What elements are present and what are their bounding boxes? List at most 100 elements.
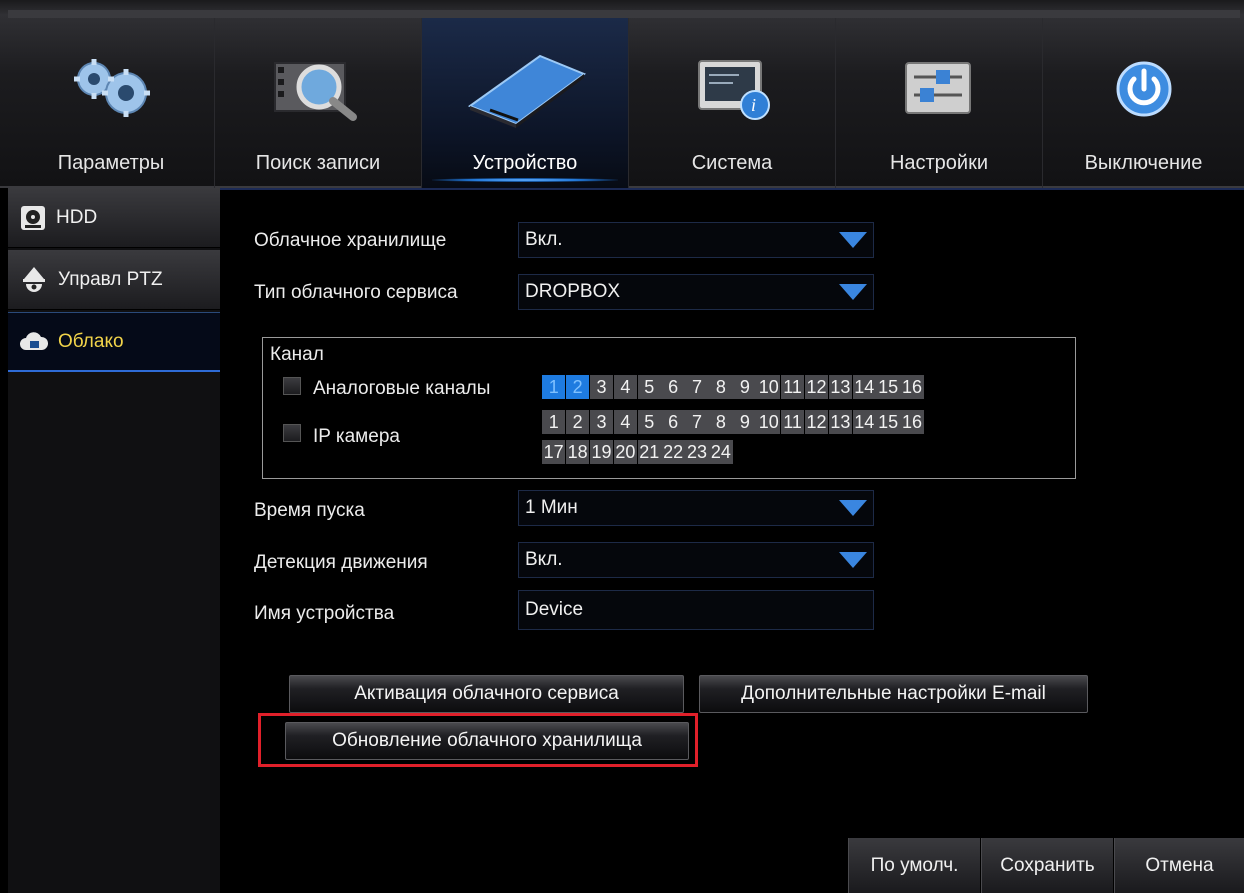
film-search-icon (274, 62, 357, 121)
channel-cell[interactable]: 17 (542, 440, 566, 464)
channel-cell[interactable]: 13 (828, 375, 853, 399)
hard-drive-icon (467, 54, 587, 128)
channel-title: Канал (270, 344, 324, 365)
cloud-storage-label: Облачное хранилище (254, 230, 447, 251)
channel-cell[interactable]: 6 (661, 375, 685, 399)
select-value: Вкл. (525, 549, 563, 570)
tab-label: Устройство (472, 152, 578, 174)
cloud-icon (20, 331, 48, 350)
sliders-icon (905, 62, 971, 114)
channel-cell[interactable]: 15 (876, 410, 900, 434)
channel-cell[interactable]: 10 (757, 375, 781, 399)
highlight-box (258, 713, 698, 767)
channel-cell[interactable]: 14 (852, 410, 876, 434)
tab-shutdown[interactable]: Выключение (1043, 18, 1244, 188)
tab-parameters[interactable]: Параметры (8, 18, 215, 188)
chevron-down-icon (839, 500, 867, 516)
channel-cell[interactable]: 5 (637, 375, 661, 399)
channel-cell[interactable]: 11 (780, 375, 805, 399)
save-button[interactable]: Сохранить (981, 838, 1113, 893)
channel-cell[interactable]: 7 (685, 410, 709, 434)
sidebar-item-ptz[interactable]: Управл PTZ (8, 250, 220, 310)
channel-cell[interactable]: 24 (709, 440, 733, 464)
channel-cell[interactable]: 1 (542, 375, 566, 399)
channel-cell[interactable]: 9 (733, 375, 757, 399)
tab-label: Поиск записи (255, 152, 381, 174)
sidebar-item-label: Управл PTZ (58, 268, 163, 290)
channel-cell[interactable]: 9 (733, 410, 757, 434)
channel-cell[interactable]: 3 (589, 375, 614, 399)
channel-cell[interactable]: 15 (876, 375, 900, 399)
ip-camera-checkbox[interactable] (283, 424, 301, 442)
cancel-button[interactable]: Отмена (1114, 838, 1244, 893)
chevron-down-icon (839, 232, 867, 248)
tab-device[interactable]: Устройство (422, 18, 629, 188)
channel-cell[interactable]: 10 (757, 410, 781, 434)
tab-settings[interactable]: Настройки (836, 18, 1043, 188)
cloud-type-label: Тип облачного сервиса (254, 282, 458, 303)
top-strip (8, 10, 1240, 18)
channel-cell[interactable]: 2 (565, 410, 590, 434)
channel-cell[interactable]: 23 (685, 440, 709, 464)
channel-cell[interactable]: 19 (589, 440, 614, 464)
start-time-label: Время пуска (254, 500, 365, 521)
top-navigation: Параметры Поиск записи Устройство i Сист… (0, 0, 1244, 188)
device-name-value: Device (525, 599, 584, 620)
channel-cell[interactable]: 12 (804, 375, 829, 399)
sidebar-item-label: HDD (56, 206, 98, 228)
system-info-icon: i (698, 60, 770, 120)
gears-icon (74, 59, 150, 117)
svg-text:i: i (751, 95, 756, 115)
tab-label: Настройки (889, 152, 989, 174)
email-settings-button[interactable]: Дополнительные настройки E-mail (699, 675, 1088, 713)
select-value: Вкл. (525, 229, 563, 250)
analog-channels-checkbox[interactable] (283, 377, 301, 395)
sidebar-item-label: Облако (58, 330, 124, 352)
channel-cell[interactable]: 18 (565, 440, 590, 464)
tab-system[interactable]: i Система (629, 18, 836, 188)
channel-cell[interactable]: 4 (613, 410, 638, 434)
channel-cell[interactable]: 7 (685, 375, 709, 399)
tab-label: Система (691, 152, 773, 174)
channel-cell[interactable]: 14 (852, 375, 876, 399)
activate-cloud-button[interactable]: Активация облачного сервиса (289, 675, 684, 713)
analog-channels-label: Аналоговые каналы (313, 378, 491, 399)
tab-label: Параметры (57, 152, 165, 174)
channel-cell[interactable]: 16 (900, 375, 924, 399)
channel-cell[interactable]: 13 (828, 410, 853, 434)
channel-cell[interactable]: 21 (637, 440, 661, 464)
channel-cell[interactable]: 8 (709, 375, 733, 399)
channel-cell[interactable]: 1 (542, 410, 566, 434)
channel-cell[interactable]: 6 (661, 410, 685, 434)
sidebar: HDD Управл PTZ Облако (8, 188, 220, 893)
analog-channel-list: 1 2 3 4 5 6 7 8 9 10 11 12 13 14 15 16 (542, 375, 924, 399)
sidebar-item-hdd[interactable]: HDD (8, 188, 220, 248)
channel-cell[interactable]: 16 (900, 410, 924, 434)
channel-cell[interactable]: 20 (613, 440, 638, 464)
active-tab-indicator (432, 178, 618, 182)
channel-cell[interactable]: 4 (613, 375, 638, 399)
channel-cell[interactable]: 5 (637, 410, 661, 434)
ip-channel-list: 1 2 3 4 5 6 7 8 9 10 11 12 13 14 15 16 (542, 410, 924, 434)
motion-detection-select[interactable]: Вкл. (518, 542, 874, 578)
sidebar-item-cloud[interactable]: Облако (8, 312, 220, 372)
select-value: 1 Мин (525, 497, 578, 518)
ip-channel-list-2: 17 18 19 20 21 22 23 24 (542, 440, 733, 464)
channel-cell[interactable]: 11 (780, 410, 805, 434)
start-time-select[interactable]: 1 Мин (518, 490, 874, 526)
ptz-camera-icon (23, 266, 45, 292)
ip-camera-label: IP камера (313, 426, 400, 447)
channel-cell[interactable]: 8 (709, 410, 733, 434)
tab-record-search[interactable]: Поиск записи (215, 18, 422, 188)
device-name-field[interactable]: Device (518, 590, 874, 630)
tab-label: Выключение (1084, 152, 1203, 174)
channel-cell[interactable]: 3 (589, 410, 614, 434)
channel-cell[interactable]: 2 (565, 375, 590, 399)
channel-cell[interactable]: 12 (804, 410, 829, 434)
cloud-storage-select[interactable]: Вкл. (518, 222, 874, 258)
default-button[interactable]: По умолч. (848, 838, 980, 893)
chevron-down-icon (839, 284, 867, 300)
chevron-down-icon (839, 552, 867, 568)
channel-cell[interactable]: 22 (661, 440, 685, 464)
cloud-type-select[interactable]: DROPBOX (518, 274, 874, 310)
